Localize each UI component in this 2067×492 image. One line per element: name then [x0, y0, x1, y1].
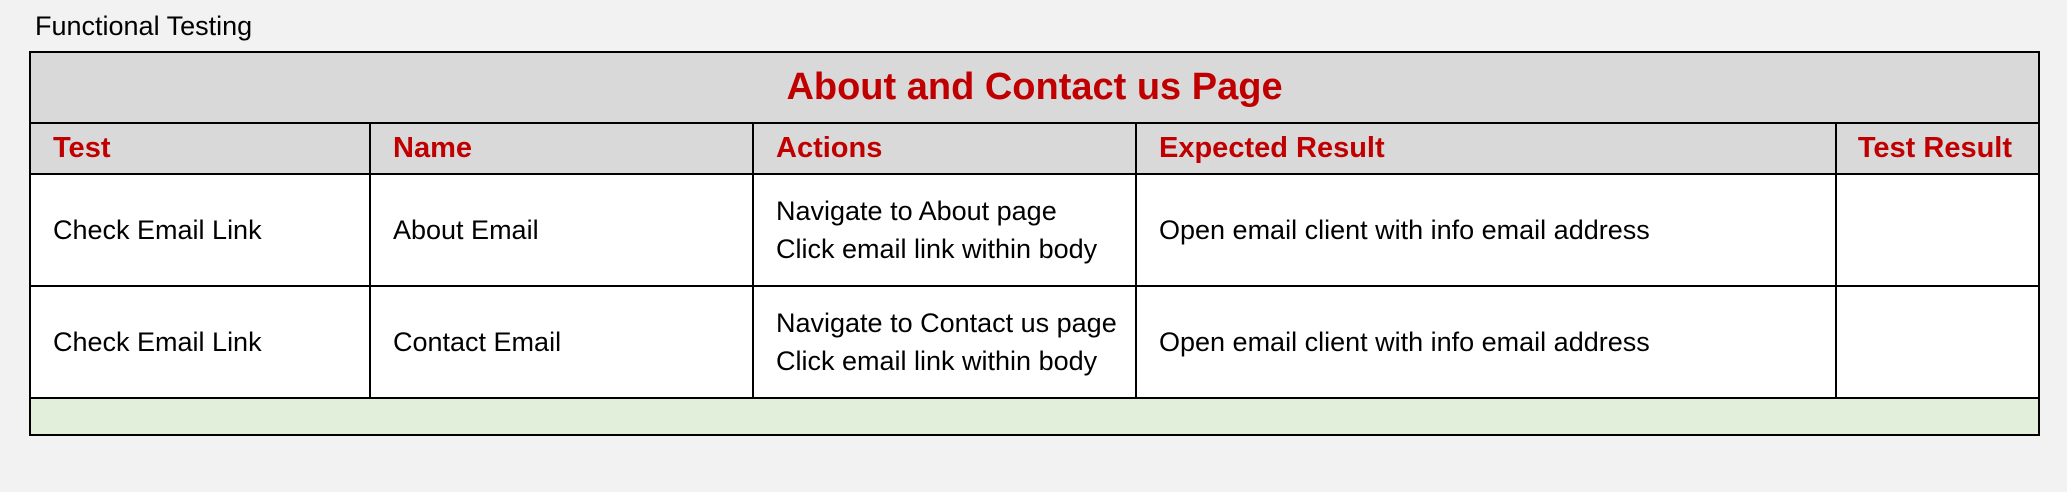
table-footer	[28, 397, 2041, 436]
cell-test: Check Email Link	[29, 285, 371, 399]
cell-test-result[interactable]	[1834, 173, 2041, 287]
column-header-actions: Actions	[752, 122, 1137, 175]
cell-test: Check Email Link	[29, 173, 371, 287]
column-header-test-result: Test Result	[1834, 122, 2041, 175]
column-header-expected-result: Expected Result	[1135, 122, 1837, 175]
table-row: Check Email Link About Email Navigate to…	[29, 173, 2041, 287]
section-label: Functional Testing	[35, 11, 253, 41]
cell-name: About Email	[369, 173, 754, 287]
column-header-test: Test	[29, 122, 371, 175]
action-step: Click email link within body	[776, 346, 1098, 376]
table-title-row: About and Contact us Page	[28, 51, 2041, 124]
test-case-table: About and Contact us Page Test Name Acti…	[28, 51, 2041, 436]
column-header-name: Name	[369, 122, 754, 175]
cell-expected-result: Open email client with info email addres…	[1135, 173, 1837, 287]
header-row: Test Name Actions Expected Result Test R…	[29, 122, 2041, 175]
action-step: Navigate to About page	[776, 196, 1057, 226]
table-title: About and Contact us Page	[28, 51, 2041, 124]
cell-actions: Navigate to About page Click email link …	[752, 173, 1137, 287]
cell-actions: Navigate to Contact us page Click email …	[752, 285, 1137, 399]
cell-expected-result: Open email client with info email addres…	[1135, 285, 1837, 399]
table-row: Check Email Link Contact Email Navigate …	[29, 285, 2041, 399]
action-step: Click email link within body	[776, 234, 1098, 264]
cell-test-result[interactable]	[1834, 285, 2041, 399]
table-footer-row	[28, 397, 2041, 436]
cell-name: Contact Email	[369, 285, 754, 399]
action-step: Navigate to Contact us page	[776, 308, 1117, 338]
